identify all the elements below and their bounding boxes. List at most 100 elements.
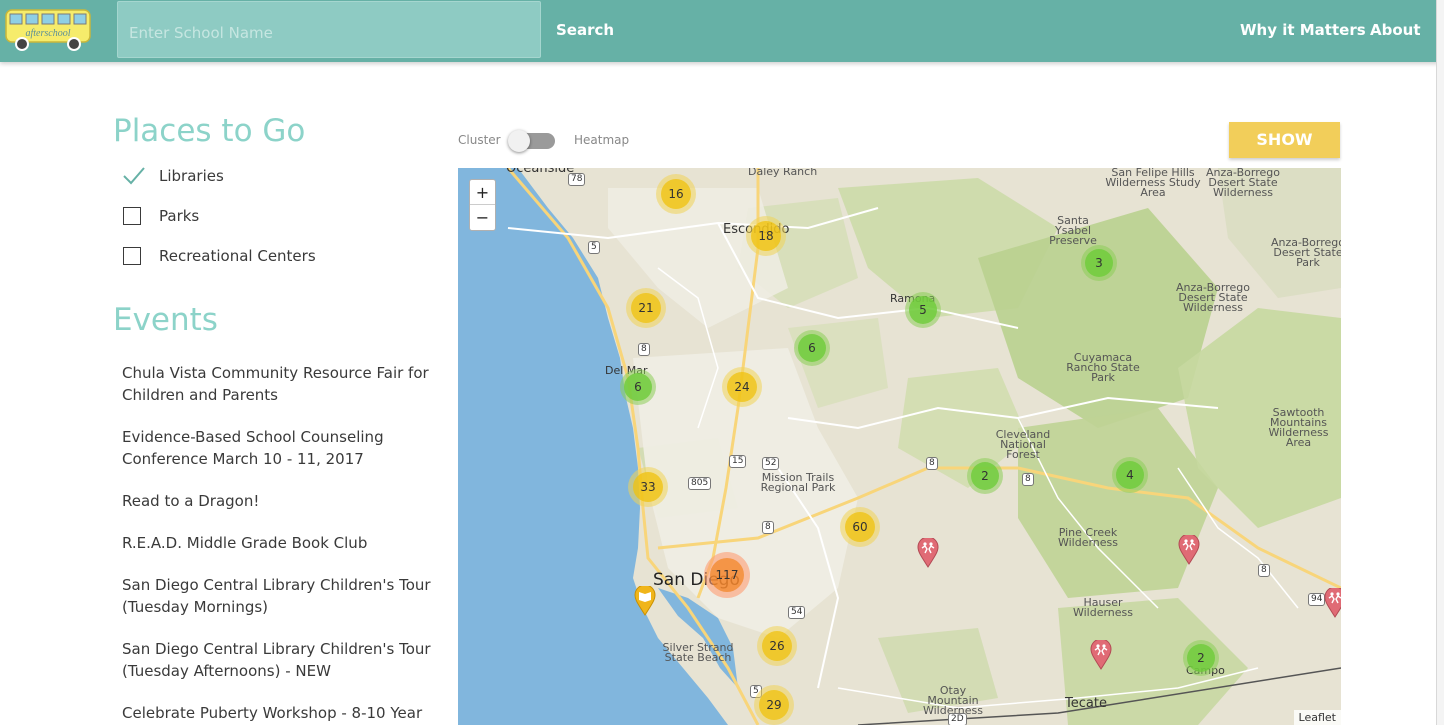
place-label: Mission Trails Regional Park bbox=[760, 471, 836, 494]
filter-parks[interactable]: Parks bbox=[123, 205, 199, 227]
highway-shield: 8 bbox=[638, 343, 650, 356]
cluster-count: 18 bbox=[751, 221, 781, 251]
highway-shield: 52 bbox=[762, 457, 780, 470]
cluster-count: 5 bbox=[909, 296, 937, 324]
highway-shield: 8 bbox=[1258, 564, 1270, 577]
highway-shield: 5 bbox=[588, 241, 600, 254]
place-label: Anza-Borrego Desert State Wilderness bbox=[1206, 168, 1280, 199]
leaflet-attribution[interactable]: Leaflet bbox=[1293, 710, 1341, 725]
school-search-input[interactable]: Enter School Name bbox=[117, 1, 541, 58]
place-label: Anza-Borrego Desert State Park bbox=[1271, 236, 1341, 269]
place-label: Pine Creek Wilderness bbox=[1057, 526, 1119, 549]
cluster-count: 29 bbox=[759, 690, 789, 720]
zoom-control: + − bbox=[469, 179, 496, 231]
window-scrollbar[interactable] bbox=[1436, 0, 1444, 725]
cluster-count: 24 bbox=[727, 372, 757, 402]
cluster-marker[interactable]: 4 bbox=[1112, 457, 1148, 493]
event-item[interactable]: Chula Vista Community Resource Fair for … bbox=[122, 362, 452, 406]
cluster-count: 60 bbox=[845, 512, 875, 542]
cluster-marker[interactable]: 16 bbox=[656, 174, 696, 214]
cluster-count: 16 bbox=[661, 179, 691, 209]
highway-shield: 805 bbox=[688, 477, 712, 490]
highway-shield: 15 bbox=[729, 455, 747, 468]
cluster-count: 6 bbox=[798, 334, 826, 362]
event-item[interactable]: Read to a Dragon! bbox=[122, 490, 452, 512]
event-item[interactable]: R.E.A.D. Middle Grade Book Club bbox=[122, 532, 452, 554]
cluster-count: 117 bbox=[710, 558, 744, 592]
recreation-marker-icon[interactable] bbox=[917, 538, 939, 568]
cluster-marker[interactable]: 2 bbox=[967, 458, 1003, 494]
events-title: Events bbox=[113, 302, 218, 338]
place-label: Sawtooth Mountains Wilderness Area bbox=[1268, 406, 1329, 449]
checkbox-icon[interactable] bbox=[123, 247, 141, 265]
place-label: Silver Strand State Beach bbox=[662, 641, 734, 664]
recreation-marker-icon[interactable] bbox=[1324, 588, 1341, 618]
cluster-marker[interactable]: 2 bbox=[1183, 640, 1219, 676]
highway-shield: 94 bbox=[1308, 593, 1326, 606]
highway-shield: 8 bbox=[926, 457, 938, 470]
nav-about[interactable]: About bbox=[1370, 21, 1421, 39]
cluster-marker[interactable]: 5 bbox=[905, 292, 941, 328]
cluster-marker[interactable]: 18 bbox=[746, 216, 786, 256]
nav-why-it-matters[interactable]: Why it Matters bbox=[1240, 21, 1366, 39]
highway-shield: 78 bbox=[568, 173, 586, 186]
cluster-marker[interactable]: 6 bbox=[794, 330, 830, 366]
cluster-marker[interactable]: 60 bbox=[840, 507, 880, 547]
place-label: Santa Ysabel Preserve bbox=[1049, 214, 1097, 247]
cluster-marker[interactable]: 3 bbox=[1081, 245, 1117, 281]
city-label: Oceanside bbox=[506, 168, 575, 176]
event-item[interactable]: San Diego Central Library Children's Tou… bbox=[122, 574, 452, 618]
filter-recreational-centers[interactable]: Recreational Centers bbox=[123, 245, 316, 267]
cluster-count: 2 bbox=[971, 462, 999, 490]
cluster-marker[interactable]: 33 bbox=[628, 467, 668, 507]
place-label: Cuyamaca Rancho State Park bbox=[1066, 351, 1140, 384]
zoom-out-button[interactable]: − bbox=[470, 205, 495, 230]
filter-libraries[interactable]: Libraries bbox=[123, 165, 224, 187]
place-label: Cleveland National Forest bbox=[995, 428, 1051, 461]
checkbox-icon[interactable] bbox=[123, 207, 141, 225]
event-item[interactable]: Celebrate Puberty Workshop - 8-10 Year O… bbox=[122, 702, 452, 725]
filter-label: Parks bbox=[159, 207, 200, 225]
place-label: Otay Mountain Wilderness bbox=[922, 684, 984, 717]
places-title: Places to Go bbox=[113, 113, 306, 149]
show-button[interactable]: SHOW bbox=[1229, 122, 1340, 158]
cluster-marker[interactable]: 6 bbox=[620, 369, 656, 405]
cluster-count: 26 bbox=[762, 631, 792, 661]
cluster-marker[interactable]: 26 bbox=[757, 626, 797, 666]
cluster-count: 33 bbox=[633, 472, 663, 502]
event-item[interactable]: San Diego Central Library Children's Tou… bbox=[122, 638, 452, 682]
cluster-marker[interactable]: 24 bbox=[722, 367, 762, 407]
logo-text: afterschool bbox=[26, 28, 71, 39]
place-label: Anza-Borrego Desert State Wilderness bbox=[1176, 281, 1250, 314]
highway-shield: 8 bbox=[1022, 473, 1034, 486]
highway-shield: 8 bbox=[762, 521, 774, 534]
library-book-marker-icon[interactable] bbox=[634, 586, 656, 616]
cluster-count: 3 bbox=[1085, 249, 1113, 277]
cluster-count: 21 bbox=[631, 293, 661, 323]
search-button[interactable]: Search bbox=[556, 21, 614, 39]
search-placeholder: Enter School Name bbox=[129, 24, 273, 42]
top-navbar: afterschool Enter School Name Search Why… bbox=[0, 0, 1444, 62]
cluster-heatmap-toggle[interactable] bbox=[508, 130, 555, 152]
zoom-in-button[interactable]: + bbox=[470, 180, 495, 205]
events-list: Chula Vista Community Resource Fair for … bbox=[122, 362, 452, 725]
checkmark-icon bbox=[123, 167, 145, 185]
cluster-marker[interactable]: 117 bbox=[704, 552, 750, 598]
map[interactable]: Oceanside Daley Ranch Escondido Ramona D… bbox=[458, 168, 1341, 725]
school-bus-logo[interactable]: afterschool bbox=[4, 4, 92, 54]
event-item[interactable]: Evidence-Based School Counseling Confere… bbox=[122, 426, 452, 470]
cluster-marker[interactable]: 29 bbox=[754, 685, 794, 725]
place-label: San Felipe Hills Wilderness Study Area bbox=[1105, 168, 1201, 199]
cluster-count: 2 bbox=[1187, 644, 1215, 672]
filter-label: Recreational Centers bbox=[159, 247, 316, 265]
recreation-marker-icon[interactable] bbox=[1090, 640, 1112, 670]
place-label: Hauser Wilderness bbox=[1072, 596, 1134, 619]
toggle-knob[interactable] bbox=[508, 130, 530, 152]
city-label: Tecate bbox=[1065, 696, 1107, 711]
heatmap-label: Heatmap bbox=[574, 133, 630, 147]
place-label: Daley Ranch bbox=[748, 168, 818, 178]
recreation-marker-icon[interactable] bbox=[1178, 535, 1200, 565]
filter-label: Libraries bbox=[159, 167, 224, 185]
highway-shield: 54 bbox=[788, 606, 806, 619]
cluster-marker[interactable]: 21 bbox=[626, 288, 666, 328]
